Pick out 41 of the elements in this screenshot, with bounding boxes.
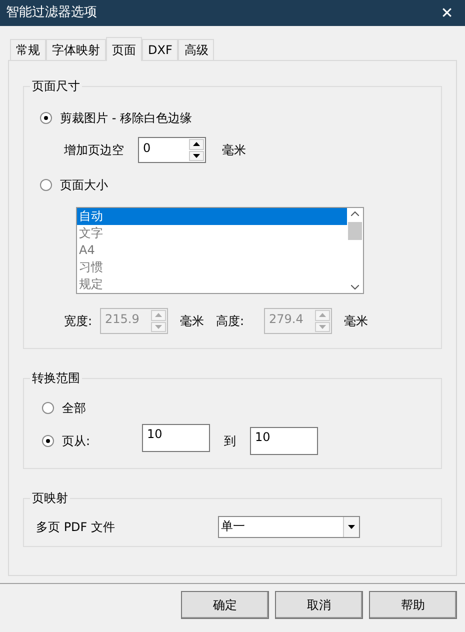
tab[interactable]: 常规 [10,39,46,60]
to-label: 到 [224,433,236,450]
list-item[interactable]: 文字 [77,225,347,242]
list-item[interactable]: 自动 [77,208,347,225]
dialog-button[interactable]: 帮助 [369,591,457,619]
radio-label: 页从: [62,433,90,450]
list-item[interactable]: 规定 [77,276,347,293]
radio-button[interactable] [42,435,54,447]
spin-field[interactable]: 0 [138,137,206,163]
margin-label: 增加页边空 [64,142,125,159]
radio-label: 剪裁图片 - 移除白色边缘 [60,110,192,127]
group-title: 转换范围 [30,370,82,386]
radio-button[interactable] [40,179,52,191]
scroll-down-icon[interactable] [351,285,359,290]
tab[interactable]: 字体映射 [46,39,106,60]
tab[interactable]: 页面 [106,37,142,61]
list-item[interactable]: A4 [77,242,347,259]
tab[interactable]: 高级 [178,39,214,60]
window-title: 智能过滤器选项 [6,4,97,22]
radio-button[interactable] [40,112,52,124]
height-label: 高度: [216,313,246,330]
radio-button[interactable] [42,402,54,414]
unit-label: 毫米 [180,313,205,330]
to-field[interactable]: 10 [250,427,318,455]
unit-label: 毫米 [222,142,246,159]
width-label: 宽度: [64,313,94,330]
group-title: 页面尺寸 [30,78,82,94]
radio-label: 页面大小 [60,177,108,194]
scroll-thumb[interactable] [348,222,362,240]
dialog-button[interactable]: 确定 [181,591,269,619]
from-field[interactable]: 10 [142,424,210,452]
tab[interactable]: DXF [142,39,178,60]
radio-label: 全部 [62,400,86,417]
scroll-up-icon[interactable] [351,211,359,216]
group-title: 页映射 [30,490,70,506]
close-button[interactable]: ✕ [435,2,459,24]
mapping-label: 多页 PDF 文件 [36,518,116,536]
dialog-button[interactable]: 取消 [275,591,363,619]
unit-label: 毫米 [344,313,368,330]
list-item[interactable]: 习惯 [77,259,347,276]
dropdown[interactable]: 单一 [218,516,360,538]
